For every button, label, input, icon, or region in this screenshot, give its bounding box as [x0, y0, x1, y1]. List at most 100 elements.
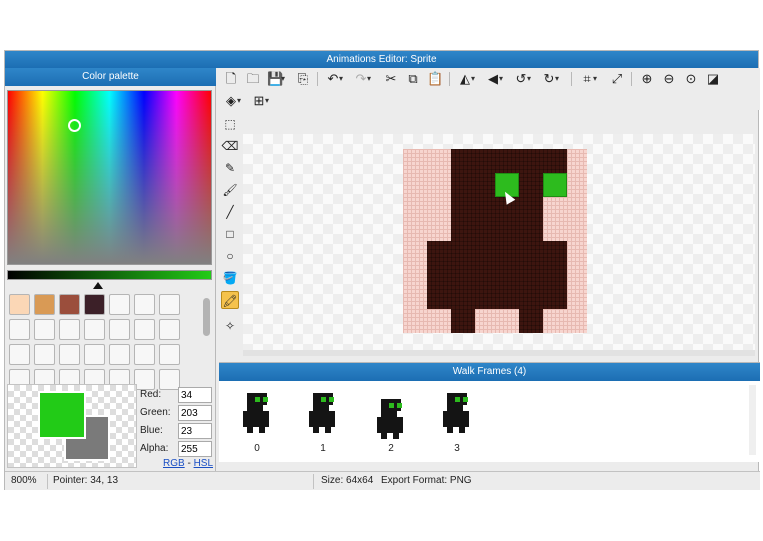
brightness-gradient-slider[interactable]	[7, 270, 212, 280]
palette-swatch[interactable]	[84, 319, 105, 340]
brush-tool-icon[interactable]: 🖌	[221, 181, 239, 199]
palette-swatch[interactable]	[109, 294, 130, 315]
blue-label: Blue:	[140, 425, 163, 436]
palette-swatch[interactable]	[34, 344, 55, 365]
sprite-body	[427, 241, 567, 309]
palette-title: Color palette	[5, 68, 216, 86]
zoom-in-icon[interactable]: ⊕	[639, 71, 655, 87]
sprite-neck	[451, 217, 543, 241]
invert-icon[interactable]: ◪	[705, 71, 721, 87]
status-divider	[47, 474, 48, 489]
redo-icon[interactable]: ↷	[353, 71, 371, 87]
undo-icon[interactable]: ↶	[325, 71, 343, 87]
swatches-scrollbar[interactable]	[203, 294, 210, 384]
drawing-canvas[interactable]	[243, 134, 755, 350]
sprite-canvas[interactable]	[403, 149, 587, 333]
main-toolbar: 🗋 🗀 💾 ⎘ ↶ ↷ ✂ ⧉ 📋 ◭ ◀ ↺ ↻ ⌗ ⤢ ⊕ ⊖ ⊙ ◪ ◈ …	[217, 68, 760, 110]
palette-swatch[interactable]	[84, 344, 105, 365]
hsl-link[interactable]: HSL	[194, 458, 213, 469]
flip-vertical-icon[interactable]: ◀	[485, 71, 503, 87]
palette-swatch[interactable]	[59, 294, 80, 315]
canvas-scrollbar[interactable]	[243, 350, 755, 356]
toolbar-separator	[631, 72, 632, 86]
palette-swatch[interactable]	[9, 344, 30, 365]
palette-swatch[interactable]	[159, 344, 180, 365]
frame-thumbnail[interactable]: 3	[439, 391, 475, 457]
flip-horizontal-icon[interactable]: ◭	[457, 71, 475, 87]
palette-swatches	[9, 294, 201, 390]
status-bar: 800% Pointer: 34, 13 Size: 64x64 Export …	[5, 471, 760, 490]
rotate-left-icon[interactable]: ↺	[513, 71, 531, 87]
palette-swatch[interactable]	[9, 294, 30, 315]
open-folder-icon[interactable]: 🗀	[245, 71, 261, 87]
green-field[interactable]	[178, 405, 212, 421]
export-format: Export Format: PNG	[381, 475, 472, 486]
sprite-left-leg	[451, 309, 475, 333]
frame-thumbnail[interactable]: 2	[373, 391, 409, 457]
status-divider	[313, 474, 314, 489]
paste-icon[interactable]: 📋	[427, 71, 443, 87]
rotate-right-icon[interactable]: ↻	[541, 71, 559, 87]
select-tool-icon[interactable]: ⬚	[221, 115, 239, 133]
save-icon[interactable]: 💾	[267, 71, 285, 87]
palette-swatch[interactable]	[84, 294, 105, 315]
palette-swatch[interactable]	[109, 319, 130, 340]
blue-field[interactable]	[178, 423, 212, 439]
palette-swatch[interactable]	[134, 344, 155, 365]
palette-swatch[interactable]	[9, 319, 30, 340]
frames-title: Walk Frames (4)	[219, 363, 760, 381]
fill-bucket-tool-icon[interactable]: 🪣	[221, 269, 239, 287]
ellipse-tool-icon[interactable]: ○	[221, 247, 239, 265]
cut-icon[interactable]: ✂	[383, 71, 399, 87]
rectangle-tool-icon[interactable]: □	[221, 225, 239, 243]
sprite-right-eye	[543, 173, 567, 197]
new-file-icon[interactable]: 🗋	[223, 71, 239, 87]
color-spectrum-picker[interactable]	[7, 90, 212, 265]
toolbar-separator	[449, 72, 450, 86]
palette-swatch[interactable]	[34, 294, 55, 315]
pointer-position: Pointer: 34, 13	[53, 475, 119, 486]
palette-swatch[interactable]	[159, 294, 180, 315]
palette-swatch[interactable]	[134, 294, 155, 315]
frame-number: 2	[388, 443, 394, 454]
alpha-field[interactable]	[178, 441, 212, 457]
palette-swatch[interactable]	[159, 319, 180, 340]
color-palette-panel: Color palette Red: Green: Blue: Alpha:	[5, 68, 216, 471]
frame-thumbnail[interactable]: 1	[305, 391, 341, 457]
eraser-tool-icon[interactable]: ⌫	[221, 137, 239, 155]
rgb-link[interactable]: RGB	[163, 458, 185, 469]
scrollbar-thumb[interactable]	[203, 298, 210, 336]
picker-ring-icon[interactable]	[68, 119, 81, 132]
eyedropper-tool-icon[interactable]: 🖍	[221, 291, 239, 309]
pencil-tool-icon[interactable]: ✎	[221, 159, 239, 177]
color-preview	[7, 384, 137, 468]
palette-swatch[interactable]	[109, 344, 130, 365]
magic-wand-tool-icon[interactable]: ✧	[221, 317, 239, 335]
grid-icon[interactable]: ⊞	[251, 93, 269, 109]
frames-scrollbar[interactable]	[749, 385, 756, 455]
primary-color-swatch[interactable]	[38, 391, 86, 439]
red-label: Red:	[140, 389, 162, 400]
zoom-out-icon[interactable]: ⊖	[661, 71, 677, 87]
frame-thumbnail[interactable]: 0	[239, 391, 275, 457]
zoom-level: 800%	[11, 475, 37, 486]
crop-icon[interactable]: ⌗	[579, 71, 597, 87]
palette-swatch[interactable]	[34, 319, 55, 340]
resize-icon[interactable]: ⤢	[609, 71, 625, 87]
palette-swatch[interactable]	[134, 319, 155, 340]
zoom-reset-icon[interactable]: ⊙	[683, 71, 699, 87]
red-row: Red:	[140, 387, 214, 403]
slider-marker-icon[interactable]	[93, 282, 103, 289]
copy-icon[interactable]: ⧉	[405, 71, 421, 87]
green-label: Green:	[140, 407, 171, 418]
frame-number: 3	[454, 443, 460, 454]
frame-sprite-preview	[305, 391, 341, 439]
palette-swatch[interactable]	[59, 344, 80, 365]
export-icon[interactable]: ⎘	[295, 71, 311, 87]
frame-sprite-preview	[373, 391, 409, 439]
layers-icon[interactable]: ◈	[223, 93, 241, 109]
frame-sprite-preview	[439, 391, 475, 439]
red-field[interactable]	[178, 387, 212, 403]
line-tool-icon[interactable]: ╱	[221, 203, 239, 221]
palette-swatch[interactable]	[59, 319, 80, 340]
